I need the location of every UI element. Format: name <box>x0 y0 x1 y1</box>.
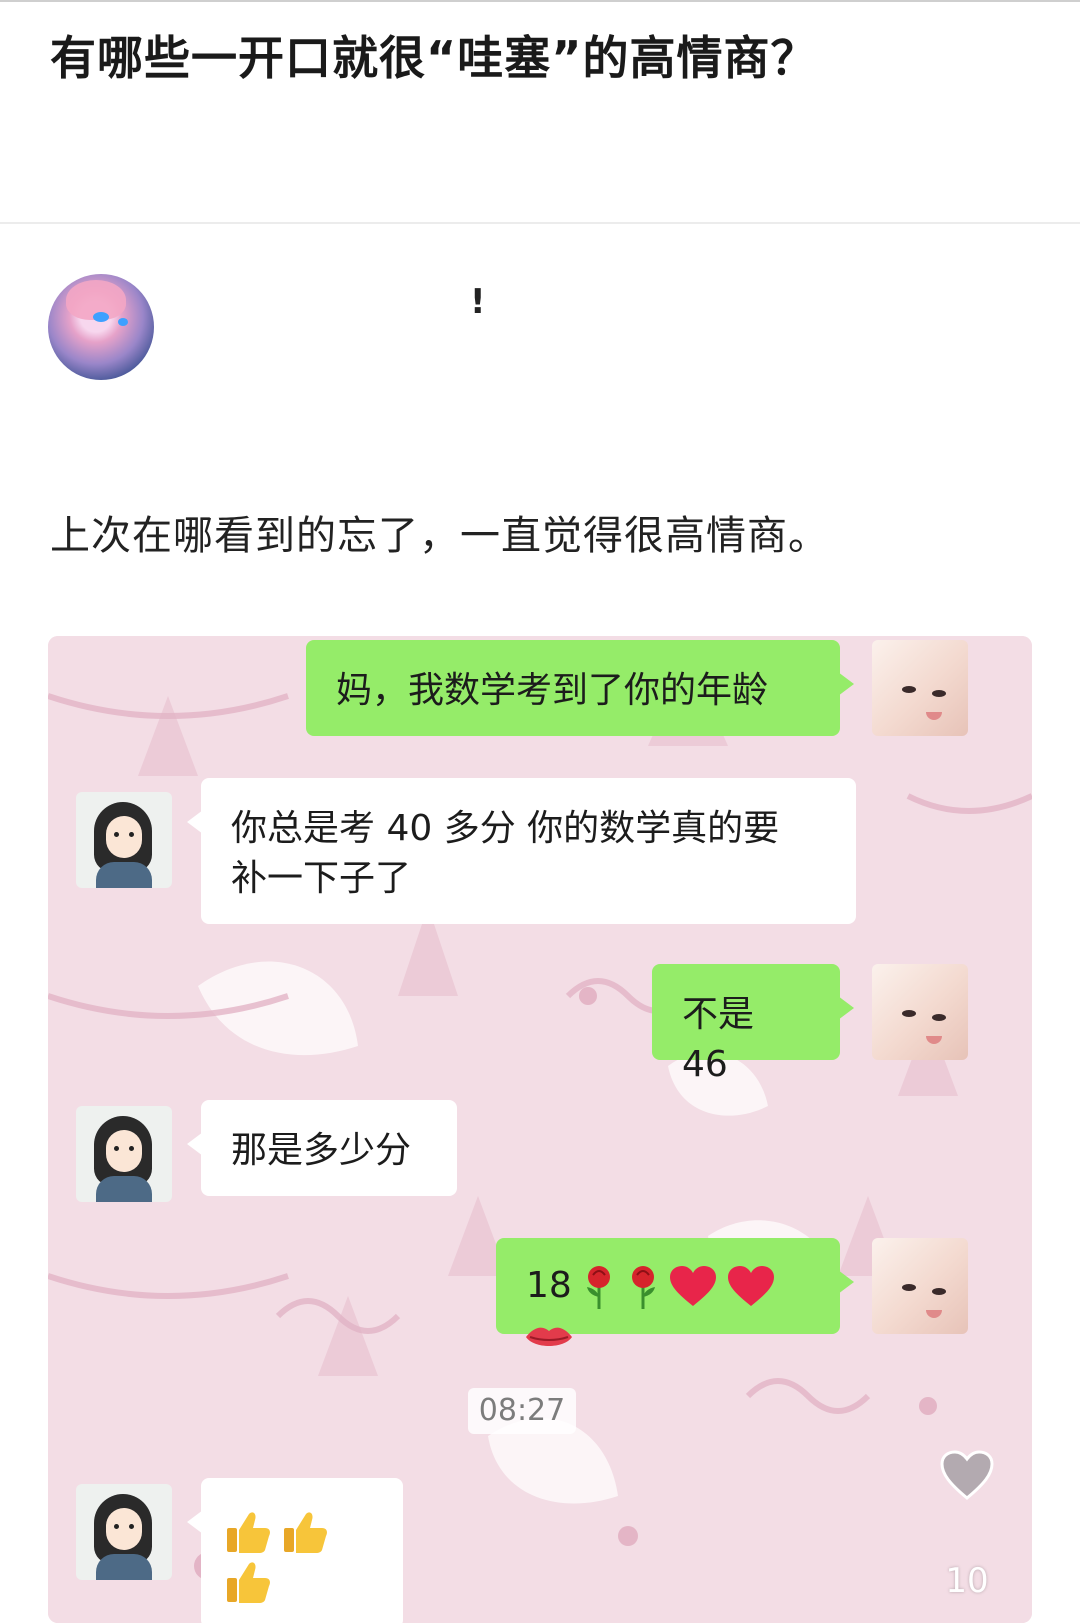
heart-icon <box>940 1450 994 1500</box>
message-text-line: 补一下子了 <box>231 858 412 899</box>
like-count: 10 <box>945 1561 989 1601</box>
thumbs-up-icon <box>227 1562 270 1603</box>
thumbs-up-icon <box>227 1512 270 1553</box>
heart-icon <box>670 1266 717 1306</box>
mom-avatar[interactable] <box>76 1106 172 1202</box>
message-bubble-self[interactable]: 18 <box>496 1238 854 1346</box>
lips-icon <box>526 1327 572 1346</box>
top-edge <box>0 0 1080 2</box>
divider <box>0 222 1080 224</box>
message-text: 18 <box>526 1265 572 1306</box>
message-bubble-other[interactable]: 那是多少分 <box>187 1100 457 1196</box>
question-title[interactable]: 有哪些一开口就很“哇塞”的高情商？ <box>50 22 817 88</box>
message-bubble-self[interactable]: 妈，我数学考到了你的年龄 <box>306 640 854 736</box>
self-avatar[interactable] <box>872 640 968 736</box>
message-text-line: 你总是考 40 多分 你的数学真的要 <box>231 808 780 849</box>
author-avatar[interactable] <box>48 274 154 380</box>
mom-avatar[interactable] <box>76 1484 172 1580</box>
rose-icon <box>631 1266 655 1309</box>
rose-icon <box>587 1266 611 1309</box>
author-name[interactable]: ! <box>470 282 486 322</box>
heart-icon <box>727 1266 774 1306</box>
mom-avatar[interactable] <box>76 792 172 888</box>
message-bubble-other[interactable] <box>187 1478 403 1623</box>
chat-screenshot: 妈，我数学考到了你的年龄 你总是考 40 多分 你的数学真的要 补一下子了 不是… <box>48 636 1032 1623</box>
chat-timestamp: 08:27 <box>468 1388 576 1434</box>
avatar-eye <box>93 312 109 322</box>
avatar-eye <box>118 318 128 326</box>
self-avatar[interactable] <box>872 964 968 1060</box>
message-bubble-other[interactable]: 你总是考 40 多分 你的数学真的要 补一下子了 <box>187 778 856 924</box>
thumbs-up-icon <box>284 1512 328 1553</box>
self-avatar[interactable] <box>872 1238 968 1334</box>
post-body-text: 上次在哪看到的忘了，一直觉得很高情商。 <box>50 513 829 559</box>
message-text: 那是多少分 <box>231 1130 412 1171</box>
message-bubble-self[interactable]: 不是 46 <box>652 964 854 1085</box>
message-text: 妈，我数学考到了你的年龄 <box>336 670 769 711</box>
like-button[interactable]: 10 <box>932 1446 1012 1616</box>
